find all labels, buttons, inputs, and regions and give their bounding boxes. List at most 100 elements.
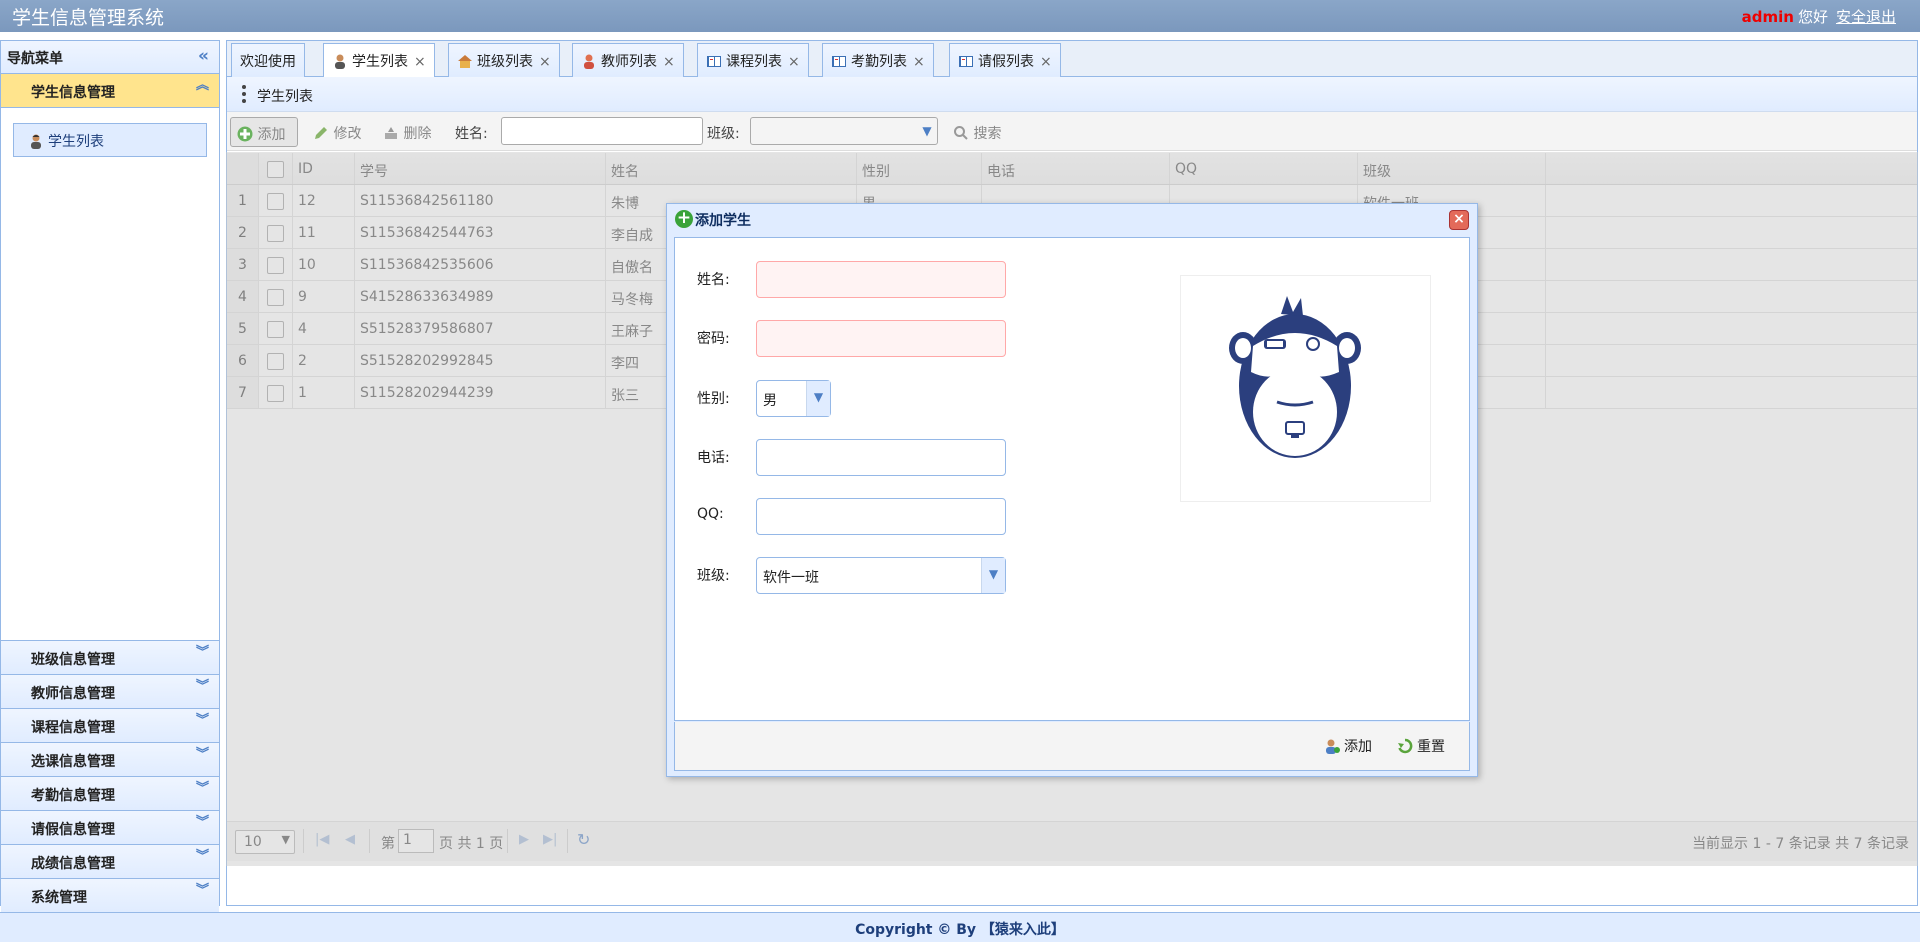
edit-button-label: 修改: [333, 126, 362, 142]
close-tab-icon[interactable]: ×: [414, 54, 426, 70]
nav-group[interactable]: 系统管理 ︾: [1, 879, 219, 913]
sex-label: 性别:: [697, 391, 730, 407]
monkey-logo-icon: [1229, 296, 1361, 458]
dialog-header: + 添加学生 ×: [667, 204, 1477, 236]
search-button[interactable]: 搜索: [947, 117, 1007, 147]
nav-group[interactable]: 教师信息管理 ︾: [1, 675, 219, 709]
nav-group[interactable]: 考勤信息管理 ︾: [1, 777, 219, 811]
class-filter-select[interactable]: ▼: [750, 117, 938, 145]
name-label: 姓名:: [697, 272, 730, 288]
toolbar: 添加 修改 删除 姓名: 班级: ▼ 搜索: [227, 112, 1917, 151]
chevron-down-icon: ▼: [806, 381, 830, 416]
class-select[interactable]: 软件一班 ▼: [756, 557, 1006, 594]
nav-group-student[interactable]: 学生信息管理 ︽: [1, 74, 219, 108]
book-icon: [707, 56, 721, 67]
reset-icon: [1398, 738, 1413, 754]
chevron-down-icon: ︾: [195, 883, 209, 898]
student-icon: [31, 134, 41, 149]
name-filter-input[interactable]: [501, 117, 703, 145]
qq-label: QQ:: [697, 506, 724, 522]
tab-item[interactable]: 教师列表 ×: [572, 43, 684, 77]
tab-welcome[interactable]: 欢迎使用: [231, 43, 305, 77]
drag-handle-icon: [242, 85, 246, 106]
nav-group-student-body: 学生列表: [1, 108, 219, 641]
panel-header: 学生列表: [227, 77, 1917, 112]
class-filter-label: 班级:: [707, 126, 740, 142]
qq-field[interactable]: [756, 498, 1006, 535]
nav-group[interactable]: 成绩信息管理 ︾: [1, 845, 219, 879]
sex-select[interactable]: 男 ▼: [756, 380, 831, 417]
chevron-up-icon: ︽: [195, 78, 209, 93]
nav-group-label: 成绩信息管理: [31, 856, 115, 872]
add-button[interactable]: 添加: [230, 117, 298, 147]
nav-group[interactable]: 选课信息管理 ︾: [1, 743, 219, 777]
nav-group-label: 请假信息管理: [31, 822, 115, 838]
close-tab-icon[interactable]: ×: [788, 54, 800, 70]
add-icon: +: [675, 208, 693, 228]
tab-label: 欢迎使用: [240, 54, 296, 70]
dialog-footer: 添加 重置: [674, 722, 1470, 771]
sidebar-item-student-list[interactable]: 学生列表: [13, 123, 207, 157]
student-icon: [335, 54, 345, 69]
phone-field[interactable]: [756, 439, 1006, 476]
tab-item[interactable]: 考勤列表 ×: [822, 43, 934, 77]
close-tab-icon[interactable]: ×: [913, 54, 925, 70]
chevron-down-icon: ︾: [195, 849, 209, 864]
tab-label: 教师列表: [601, 54, 657, 70]
logout-link[interactable]: 安全退出: [1836, 8, 1896, 26]
tab-item[interactable]: 班级列表 ×: [448, 43, 560, 77]
nav-group[interactable]: 请假信息管理 ︾: [1, 811, 219, 845]
home-icon: [458, 55, 472, 68]
close-tab-icon[interactable]: ×: [539, 54, 551, 70]
chevron-down-icon: ▼: [922, 124, 932, 138]
close-icon[interactable]: ×: [1449, 210, 1469, 230]
password-field[interactable]: [756, 320, 1006, 357]
app-title: 学生信息管理系统: [12, 7, 165, 29]
username: admin: [1741, 8, 1794, 26]
nav-group[interactable]: 课程信息管理 ︾: [1, 709, 219, 743]
nav-group-label: 选课信息管理: [31, 754, 115, 770]
class-value: 软件一班: [763, 570, 819, 586]
name-filter-label: 姓名:: [455, 126, 488, 142]
book-icon: [959, 56, 973, 67]
delete-icon: [385, 127, 397, 139]
nav-group[interactable]: 班级信息管理 ︾: [1, 641, 219, 675]
chevron-down-icon: ︾: [195, 645, 209, 660]
book-icon: [832, 56, 846, 67]
tab-label: 请假列表: [978, 54, 1034, 70]
chevron-down-icon: ▼: [981, 558, 1005, 593]
phone-label: 电话:: [697, 450, 730, 466]
reset-button[interactable]: 重置: [1397, 736, 1445, 756]
submit-add-button[interactable]: 添加: [1324, 736, 1372, 756]
sidebar-header: 导航菜单 «: [1, 41, 219, 74]
chevron-down-icon: ︾: [195, 815, 209, 830]
tab-item[interactable]: 课程列表 ×: [697, 43, 809, 77]
top-bar: 学生信息管理系统 admin 您好 安全退出: [0, 0, 1920, 32]
tab-label: 学生列表: [352, 54, 408, 70]
close-tab-icon[interactable]: ×: [663, 54, 675, 70]
search-button-label: 搜索: [973, 126, 1002, 142]
sidebar: 导航菜单 « 学生信息管理 ︽ 学生列表 班级信息管理 ︾ 教师信息管理 ︾ 课程信息管…: [0, 40, 220, 913]
tab-bar: 欢迎使用 学生列表 × 班级列表 × 教师列表 × 课程列表 × 考勤列表 × 请假列表 ×: [227, 41, 1917, 78]
nav-group-label: 班级信息管理: [31, 652, 115, 668]
chevron-down-icon: ︾: [195, 679, 209, 694]
plus-icon: [237, 126, 253, 142]
class-label: 班级:: [697, 568, 730, 584]
nav-group-label: 学生信息管理: [31, 85, 115, 101]
tab-item[interactable]: 请假列表 ×: [949, 43, 1061, 77]
nav-group-label: 考勤信息管理: [31, 788, 115, 804]
close-tab-icon[interactable]: ×: [1040, 54, 1052, 70]
nav-group-label: 系统管理: [31, 890, 87, 906]
sidebar-title: 导航菜单: [7, 51, 63, 67]
collapse-sidebar-icon[interactable]: «: [198, 46, 209, 66]
edit-button[interactable]: 修改: [307, 117, 367, 147]
nav-group-list: 班级信息管理 ︾ 教师信息管理 ︾ 课程信息管理 ︾ 选课信息管理 ︾ 考勤信息管理 ︾ 请假信息管…: [1, 641, 219, 913]
teacher-icon: [584, 54, 594, 69]
sex-value: 男: [763, 393, 777, 409]
sidebar-item-label: 学生列表: [48, 134, 104, 150]
delete-button[interactable]: 删除: [377, 117, 437, 147]
tab-item[interactable]: 学生列表 ×: [323, 43, 435, 78]
greeting: 您好: [1797, 8, 1828, 26]
name-field[interactable]: [756, 261, 1006, 298]
nav-group-label: 课程信息管理: [31, 720, 115, 736]
